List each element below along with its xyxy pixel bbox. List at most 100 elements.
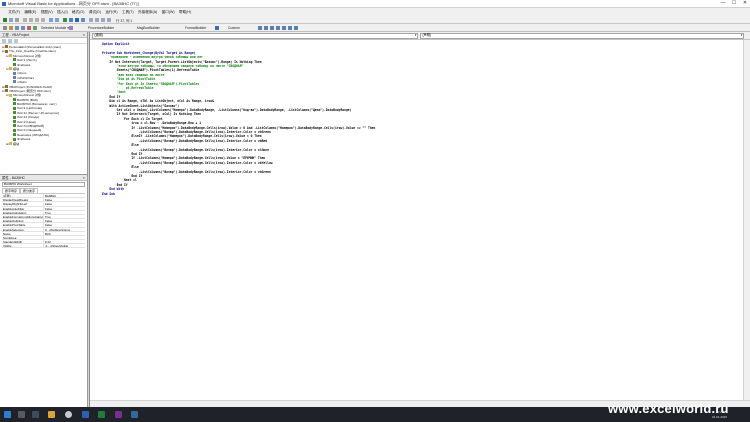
close-button[interactable]: ✕ — [740, 0, 750, 8]
start-icon[interactable] — [4, 411, 11, 418]
design-mode-icon[interactable] — [81, 17, 85, 22]
property-name: EnableAutoFilter — [2, 206, 44, 210]
menu-item[interactable]: 视图(V) — [39, 8, 55, 16]
explorer-icon[interactable] — [48, 411, 55, 418]
tab-categorized[interactable]: 按分类序 — [20, 188, 39, 193]
menu-item[interactable]: 插入(I) — [55, 8, 70, 16]
break-icon[interactable] — [69, 17, 73, 22]
reset-icon[interactable] — [75, 17, 79, 22]
insert-module-icon[interactable] — [9, 17, 13, 22]
excel-icon[interactable] — [98, 411, 105, 418]
menu-item[interactable]: 窗口(W) — [159, 8, 176, 16]
addin-uncomment-icon[interactable] — [33, 25, 37, 30]
property-value[interactable]: False — [44, 223, 85, 226]
object-browser-icon[interactable] — [101, 17, 105, 22]
menu-item[interactable]: 帮助(H) — [177, 8, 194, 16]
property-value[interactable]: 0 - xlNoRestrictions — [44, 228, 85, 231]
search-icon[interactable] — [18, 411, 25, 418]
menu-item[interactable]: 运行(R) — [103, 8, 120, 16]
minimize-button[interactable]: — — [718, 0, 728, 8]
cut-icon[interactable] — [23, 17, 27, 22]
custom-arrow-2-icon[interactable] — [264, 25, 268, 30]
custom-arrow-6-icon[interactable] — [288, 25, 292, 30]
tree-node-label: ВАЗ8НС3 (Вспомогат. лист) — [17, 102, 57, 107]
view-code-icon[interactable] — [2, 39, 6, 43]
custom-arrow-1-icon[interactable] — [258, 25, 262, 30]
tree-node-label: 模块 — [13, 141, 20, 146]
menu-item[interactable]: 编辑(E) — [22, 8, 38, 16]
find-icon[interactable] — [41, 17, 45, 22]
addin-menu-icon[interactable] — [3, 25, 7, 30]
procedure-combo[interactable]: (声明) ▾ — [420, 33, 744, 39]
tab-msgbox-builder[interactable]: MsgBoxBuilder — [137, 26, 160, 30]
menu-item[interactable]: 外接程序(A) — [136, 8, 160, 16]
app-icon[interactable] — [115, 411, 122, 418]
project-explorer: 工程 - VBAProject × ⊟ PersonalExt (Personal… — [0, 32, 88, 175]
word-icon[interactable] — [82, 411, 89, 418]
property-value[interactable]: True — [44, 211, 85, 214]
redo-icon[interactable] — [55, 17, 59, 22]
menu-item[interactable]: 文件(F) — [6, 8, 22, 16]
tree-node-label: ЭтаКнига — [17, 137, 31, 142]
vba-task-icon[interactable] — [131, 411, 138, 418]
property-value[interactable]: False — [44, 207, 85, 210]
standard-toolbar: 行 37, 列 1 — [0, 16, 750, 24]
property-value[interactable]: -1 - xlSheetVisible — [44, 244, 85, 247]
excel-view-icon[interactable] — [3, 17, 7, 22]
menu-bar: 文件(F) 编辑(E) 视图(V) 插入(I) 格式(O) 调试(D) 运行(R) 工具(T)… — [0, 8, 750, 16]
custom-arrow-3-icon[interactable] — [270, 25, 274, 30]
vertical-scrollbar[interactable] — [743, 40, 750, 400]
tree-node-label: mSubs — [17, 80, 27, 85]
code-editor[interactable]: Option Explicit Private Sub Worksheet_Cha… — [90, 40, 743, 400]
object-combo[interactable]: (通用) ▾ — [92, 33, 418, 39]
undo-icon[interactable] — [49, 17, 53, 22]
property-value[interactable]: 8,43 — [44, 240, 85, 243]
menu-item[interactable]: 调试(D) — [87, 8, 104, 16]
save-icon[interactable] — [15, 17, 19, 22]
properties-icon[interactable] — [95, 17, 99, 22]
code-window: (通用) ▾ (声明) ▾ Option Explicit Private Sub… — [89, 32, 750, 407]
project-explorer-icon[interactable] — [89, 17, 93, 22]
tab-format-builder[interactable]: FormatBuilder — [185, 26, 206, 30]
tree-node-icon — [9, 67, 12, 71]
custom-arrow-5-icon[interactable] — [282, 25, 286, 30]
task-view-icon[interactable] — [32, 411, 39, 418]
property-value[interactable]: ВАЗ8НС — [44, 194, 85, 197]
addin-outdent-icon[interactable] — [21, 25, 25, 30]
close-icon[interactable]: × — [83, 175, 85, 181]
tab-selected-module[interactable]: Selected Module ▾ — [41, 26, 69, 30]
custom-arrow-4-icon[interactable] — [276, 25, 280, 30]
toggle-folders-icon[interactable] — [14, 39, 18, 43]
tab-alphabetic[interactable]: 按字母序 — [2, 188, 21, 193]
maximize-button[interactable]: ☐ — [729, 0, 739, 8]
property-value[interactable]: True — [44, 215, 85, 218]
code-line[interactable]: End Sub — [102, 192, 115, 196]
copy-icon[interactable] — [29, 17, 33, 22]
chrome-icon[interactable] — [65, 411, 72, 418]
project-explorer-title: 工程 - VBAProject — [2, 33, 30, 37]
run-icon[interactable] — [63, 17, 67, 22]
menu-item[interactable]: 工具(T) — [120, 8, 136, 16]
property-value[interactable] — [44, 236, 85, 239]
property-value[interactable]: ВАЗ — [44, 232, 85, 235]
addin-procedure-icon[interactable] — [69, 25, 73, 30]
code-line[interactable]: Option Explicit — [102, 42, 130, 46]
addin-tools-icon[interactable] — [9, 25, 13, 30]
paste-icon[interactable] — [35, 17, 39, 22]
toolbox-icon[interactable] — [107, 17, 111, 22]
property-row[interactable]: Visible -1 - xlSheetVisible — [2, 244, 85, 249]
tree-node-label: Лист2 (Цена) — [17, 119, 36, 124]
custom-arrow-7-icon[interactable] — [294, 25, 298, 30]
chevron-down-icon: ▾ — [414, 33, 417, 38]
property-value[interactable]: False — [44, 202, 85, 205]
tree-node[interactable]: ⊞ 模块 — [0, 142, 87, 146]
addin-comment-icon[interactable] — [27, 25, 31, 30]
property-value[interactable]: False — [44, 198, 85, 201]
addin-help-icon[interactable] — [215, 25, 219, 30]
addin-indent-icon[interactable] — [15, 25, 19, 30]
menu-item[interactable]: 格式(O) — [70, 8, 87, 16]
property-value[interactable]: False — [44, 219, 85, 222]
view-object-icon[interactable] — [8, 39, 12, 43]
tab-procedure-builder[interactable]: ProcedureBuilder — [88, 26, 114, 30]
object-selector[interactable]: ВАЗ8НС Worksheet — [2, 182, 85, 187]
